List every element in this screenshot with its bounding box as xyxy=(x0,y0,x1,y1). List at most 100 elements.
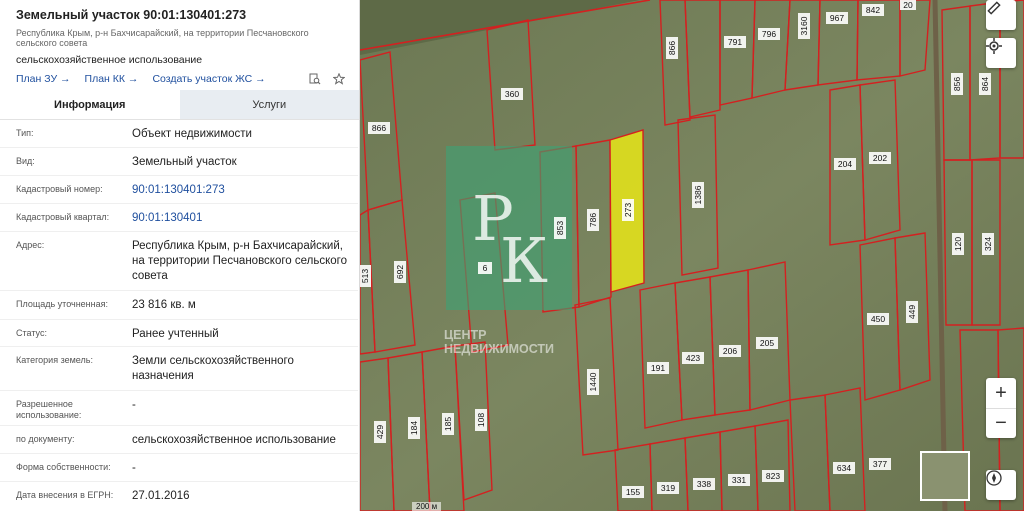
row-value: Земельный участок xyxy=(132,156,237,168)
row-value: Объект недвижимости xyxy=(132,128,252,140)
watermark-text: ЦЕНТР НЕДВИЖИМОСТИ xyxy=(444,328,554,356)
zoom-in-button[interactable]: + xyxy=(986,378,1016,408)
parcel-label: 450 xyxy=(871,314,885,324)
row-label: Площадь уточненная: xyxy=(16,299,108,309)
parcel-label: 377 xyxy=(873,459,887,469)
row-value: Ранее учтенный xyxy=(132,328,219,340)
map-canvas[interactable]: Р К 866 360 853 786 273 1386 204 202 6 6… xyxy=(360,0,1024,511)
create-parcel-link[interactable]: Создать участок ЖС → xyxy=(152,73,265,85)
parcel-label: 856 xyxy=(952,77,962,91)
parcel-label: 155 xyxy=(626,487,640,497)
parcel-label: 791 xyxy=(728,37,742,47)
watermark-line1: ЦЕНТР xyxy=(444,328,487,342)
row-label: Тип: xyxy=(16,128,34,138)
table-row: Форма собственности: - xyxy=(0,454,358,482)
info-panel: Земельный участок 90:01:130401:273 Респу… xyxy=(0,0,360,511)
parcel-label: 1386 xyxy=(693,185,703,204)
row-label: Дата внесения в ЕГРН: xyxy=(16,490,114,500)
row-value: 23 816 кв. м xyxy=(132,299,196,311)
parcel-label: 842 xyxy=(866,5,880,15)
table-row: Разрешенное использование: - xyxy=(0,391,358,426)
map-scale: 200 м xyxy=(412,502,442,511)
tab-services[interactable]: Услуги xyxy=(179,90,359,119)
parcel-label-selected: 273 xyxy=(623,203,633,217)
parcel-label: 513 xyxy=(360,269,370,283)
parcel-label: 360 xyxy=(505,89,519,99)
parcel-label: 202 xyxy=(873,153,887,163)
zoom-controls: + − xyxy=(986,378,1016,438)
parcel-label: 449 xyxy=(907,305,917,319)
row-value: 27.01.2016 xyxy=(132,490,190,502)
minimap[interactable] xyxy=(920,451,970,501)
table-row: Тип: Объект недвижимости xyxy=(0,120,358,148)
panel-header: Земельный участок 90:01:130401:273 Респу… xyxy=(0,0,359,90)
parcel-label: 205 xyxy=(760,338,774,348)
table-row: Вид: Земельный участок xyxy=(0,148,358,176)
plan-kk-link[interactable]: План КК → xyxy=(85,73,139,85)
row-label: Статус: xyxy=(16,328,47,338)
parcel-label: 423 xyxy=(686,353,700,363)
cadastral-quarter-link[interactable]: 90:01:130401 xyxy=(132,204,350,231)
row-label: Вид: xyxy=(16,156,35,166)
parcel-label: 184 xyxy=(409,421,419,435)
zoom-out-button[interactable]: − xyxy=(986,408,1016,438)
ruler-button[interactable] xyxy=(986,0,1016,30)
parcel-label: 108 xyxy=(476,413,486,427)
parcel-subtitle: Республика Крым, р-н Бахчисарайский, на … xyxy=(16,28,309,48)
cadastral-map[interactable]: Р К 866 360 853 786 273 1386 204 202 6 6… xyxy=(360,0,1024,511)
row-label: по документу: xyxy=(16,434,75,444)
row-label: Категория земель: xyxy=(16,355,93,365)
parcel-label: 967 xyxy=(830,13,844,23)
row-label: Кадастровый номер: xyxy=(16,184,103,194)
tab-information[interactable]: Информация xyxy=(0,90,180,119)
info-table: Тип: Объект недвижимости Вид: Земельный … xyxy=(0,120,358,510)
parcel-label: 1440 xyxy=(588,372,598,391)
locate-button[interactable] xyxy=(986,38,1016,68)
row-value: Республика Крым, р-н Бахчисарайский, на … xyxy=(132,240,348,282)
parcel-label: 20 xyxy=(903,0,913,10)
row-label: Адрес: xyxy=(16,240,45,250)
row-value: сельскохозяйственное использование xyxy=(132,434,336,446)
parcel-label: 206 xyxy=(723,346,737,356)
parcel-label: 204 xyxy=(838,159,852,169)
plan-zu-link[interactable]: План ЗУ → xyxy=(16,73,71,85)
parcel-label: 331 xyxy=(732,475,746,485)
rk-watermark-logo: Р К xyxy=(446,146,572,310)
row-value: - xyxy=(132,462,136,474)
header-links: План ЗУ → План КК → Создать участок ЖС → xyxy=(16,72,346,85)
table-row: Кадастровый номер: 90:01:130401:273 xyxy=(0,176,358,204)
parcel-label: 324 xyxy=(983,237,993,251)
parcel-label: 692 xyxy=(395,265,405,279)
row-label: Кадастровый квартал: xyxy=(16,212,110,222)
parcel-label: 6 xyxy=(483,263,488,273)
parcel-label: 338 xyxy=(697,479,711,489)
compass-button[interactable] xyxy=(986,470,1016,500)
row-label: Разрешенное использование: xyxy=(16,399,82,420)
watermark-line2: НЕДВИЖИМОСТИ xyxy=(444,342,555,356)
parcel-label: 866 xyxy=(667,41,677,55)
table-row: Статус: Ранее учтенный xyxy=(0,320,358,347)
parcel-label: 185 xyxy=(443,417,453,431)
parcel-purpose: сельскохозяйственное использование xyxy=(16,54,203,66)
parcel-label: 319 xyxy=(661,483,675,493)
table-row: Кадастровый квартал: 90:01:130401 xyxy=(0,204,358,232)
parcel-label: 796 xyxy=(762,29,776,39)
table-row: Категория земель: Земли сельскохозяйстве… xyxy=(0,347,358,391)
parcel-label: 429 xyxy=(375,425,385,439)
parcel-label: 634 xyxy=(837,463,851,473)
parcel-label: 864 xyxy=(980,77,990,91)
parcel-label: 786 xyxy=(588,213,598,227)
cadastral-number-link[interactable]: 90:01:130401:273 xyxy=(132,176,350,203)
search-document-icon[interactable] xyxy=(309,73,321,85)
table-row: Дата внесения в ЕГРН: 27.01.2016 xyxy=(0,482,358,510)
table-row: по документу: сельскохозяйственное испол… xyxy=(0,426,358,454)
row-value: - xyxy=(132,399,136,411)
parcel-label: 853 xyxy=(555,221,565,235)
parcel-label: 3160 xyxy=(799,16,809,35)
row-label: Форма собственности: xyxy=(16,462,111,472)
star-icon[interactable] xyxy=(332,72,346,85)
table-row: Площадь уточненная: 23 816 кв. м xyxy=(0,291,358,320)
parcel-label: 191 xyxy=(651,363,665,373)
parcel-label: 823 xyxy=(766,471,780,481)
panel-tabs: Информация Услуги xyxy=(0,90,359,120)
